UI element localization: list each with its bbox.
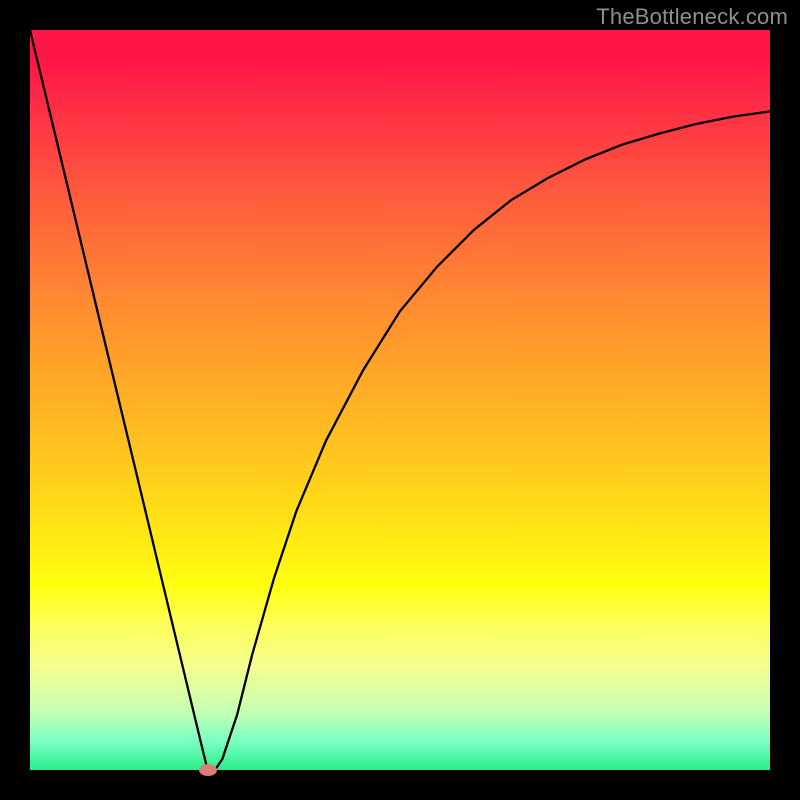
curve-svg: [30, 30, 770, 770]
watermark-text: TheBottleneck.com: [596, 4, 788, 30]
chart-container: TheBottleneck.com: [0, 0, 800, 800]
optimum-marker: [199, 764, 217, 776]
bottleneck-curve: [30, 30, 770, 770]
plot-area: [30, 30, 770, 770]
